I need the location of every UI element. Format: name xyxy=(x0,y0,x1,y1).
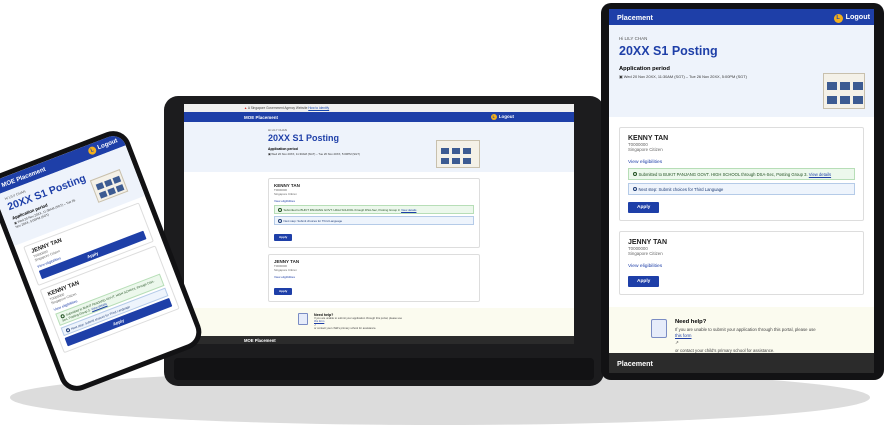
avatar: L xyxy=(490,114,497,120)
greeting: Hi LILY CHAN xyxy=(619,36,648,41)
page-header: Hi LILY CHAN 20XX S1 Posting Application… xyxy=(609,25,874,117)
next-step-banner: Next step: Submit choices for Third Lang… xyxy=(274,216,474,226)
view-eligibilities-link[interactable]: View eligibilities xyxy=(628,160,855,165)
avatar: L xyxy=(87,145,98,156)
child-card-kenny: KENNY TAN T0000000 Singapore Citizen Vie… xyxy=(268,178,480,249)
footer: MOE Placement xyxy=(184,336,574,344)
help-text: If you are unable to submit your applica… xyxy=(675,327,853,353)
child-name: KENNY TAN xyxy=(628,135,669,142)
view-eligibilities-link[interactable]: View eligibilities xyxy=(274,199,474,203)
lion-icon: ▲ xyxy=(244,106,248,110)
child-status: Singapore Citizen xyxy=(274,268,297,273)
logout-button[interactable]: L Logout xyxy=(490,114,514,120)
submission-banner: Submitted to BUKIT PANJANG GOVT. HIGH SC… xyxy=(274,205,474,215)
help-section: Need help? If you are unable to submit y… xyxy=(609,307,874,353)
check-circle-icon xyxy=(633,172,637,177)
child-card-jenny: JENNY TAN T0000000 Singapore Citizen Vie… xyxy=(268,254,480,303)
info-icon xyxy=(633,187,637,192)
laptop-screen: ▲ A Singapore Government Agency Website … xyxy=(184,104,574,344)
view-details-link[interactable]: View details xyxy=(401,208,416,212)
gov-banner-text: A Singapore Government Agency Website xyxy=(247,106,308,110)
help-title: Need help? xyxy=(675,319,707,325)
view-eligibilities-link[interactable]: View eligibilities xyxy=(274,275,474,279)
child-card-jenny: JENNY TAN T0000000 Singapore Citizen Vie… xyxy=(619,231,864,295)
school-building-icon xyxy=(436,140,480,168)
apply-button[interactable]: Apply xyxy=(274,233,293,241)
page-title: 20XX S1 Posting xyxy=(268,133,340,143)
submission-banner: Submitted to BUKIT PANJANG GOVT. HIGH SC… xyxy=(628,168,855,180)
gov-banner: ▲ A Singapore Government Agency Website … xyxy=(184,104,574,112)
help-section: Need help? If you are unable to submit y… xyxy=(184,308,574,336)
apply-button[interactable]: Apply xyxy=(274,287,293,295)
help-form-link[interactable]: this form xyxy=(675,333,691,338)
gov-banner-link[interactable]: How to identify xyxy=(308,106,329,110)
application-period: ▣ Wed 20 Nov 20XX, 11:30AM (SGT) – Tue 2… xyxy=(268,152,360,156)
greeting: Hi LILY CHAN xyxy=(268,128,287,132)
footer: Placement xyxy=(609,353,874,373)
view-eligibilities-link[interactable]: View eligibilities xyxy=(628,264,855,269)
help-text: If you are unable to submit your applica… xyxy=(314,317,484,331)
help-document-icon xyxy=(298,313,308,325)
child-status: Singapore Citizen xyxy=(628,147,663,152)
child-name: JENNY TAN xyxy=(628,239,668,246)
brand-name[interactable]: MOE Placement xyxy=(244,115,278,120)
view-details-link[interactable]: View details xyxy=(809,172,831,177)
child-status: Singapore Citizen xyxy=(628,251,663,256)
application-period-label: Application period xyxy=(268,147,298,151)
page-header: Hi LILY CHAN 20XX S1 Posting Application… xyxy=(184,122,574,172)
laptop-base xyxy=(174,358,594,380)
info-icon xyxy=(65,327,71,333)
tablet-screen: Placement L Logout Hi LILY CHAN 20XX S1 P… xyxy=(609,9,874,373)
laptop-device: ▲ A Singapore Government Agency Website … xyxy=(164,96,604,386)
apply-button[interactable]: Apply xyxy=(628,202,660,213)
application-period-label: Application period xyxy=(619,66,670,72)
top-navbar: MOE Placement L Logout xyxy=(184,112,574,122)
brand-name[interactable]: Placement xyxy=(617,13,653,22)
help-document-icon xyxy=(651,319,667,338)
logout-button[interactable]: L Logout xyxy=(833,12,870,23)
help-form-link[interactable]: this form xyxy=(314,320,324,323)
device-mockup-scene: ▲ A Singapore Government Agency Website … xyxy=(0,0,888,427)
school-building-icon xyxy=(823,73,865,109)
child-card-kenny: KENNY TAN T0000000 Singapore Citizen Vie… xyxy=(619,127,864,221)
apply-button[interactable]: Apply xyxy=(628,276,660,287)
child-status: Singapore Citizen xyxy=(274,192,297,196)
top-navbar: Placement L Logout xyxy=(609,9,874,25)
info-icon xyxy=(278,218,282,223)
check-circle-icon xyxy=(278,207,282,212)
avatar: L xyxy=(833,13,843,23)
external-link-icon: ↗ xyxy=(675,340,679,345)
next-step-banner: Next step: Submit choices for Third Lang… xyxy=(628,183,855,195)
tablet-device: Placement L Logout Hi LILY CHAN 20XX S1 P… xyxy=(601,3,884,380)
page-title: 20XX S1 Posting xyxy=(619,44,718,58)
